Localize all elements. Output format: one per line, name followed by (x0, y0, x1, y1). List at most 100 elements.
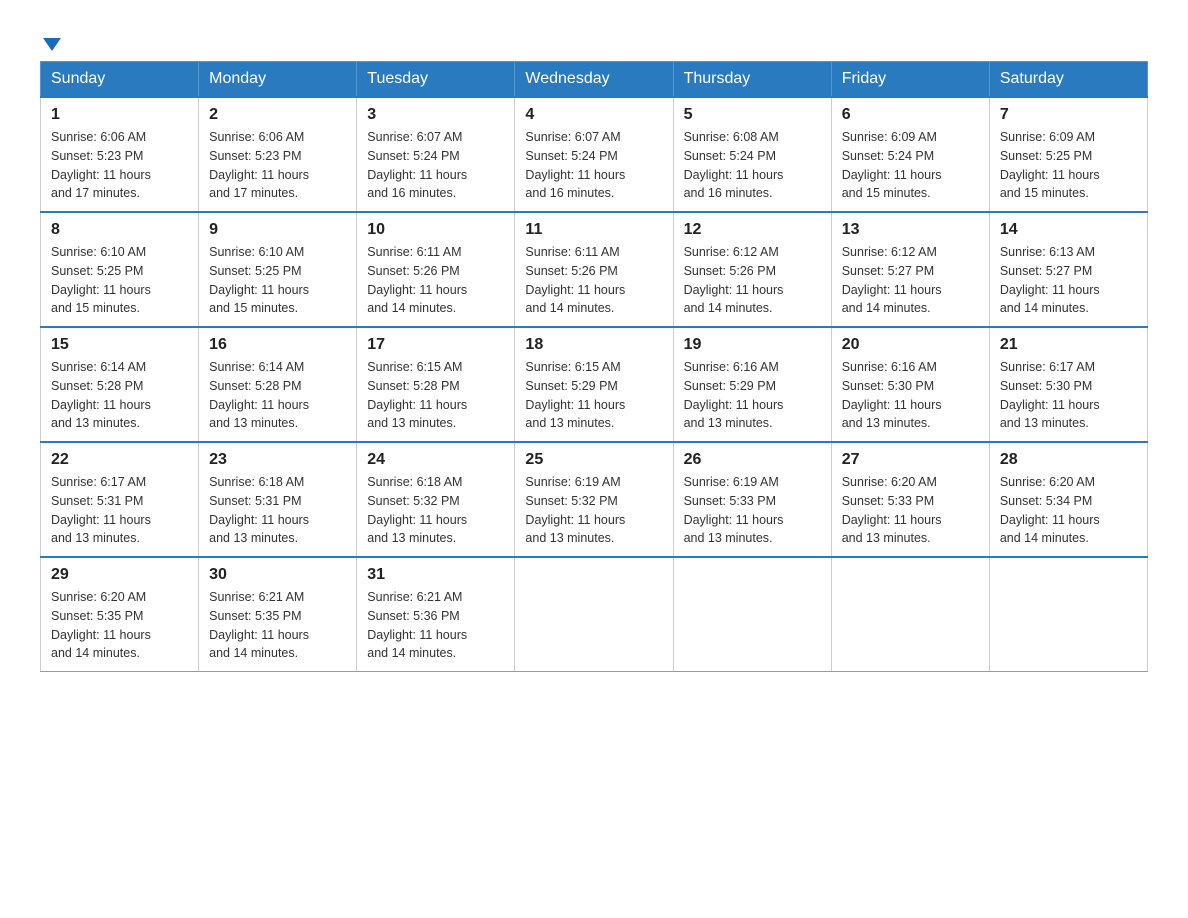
day-info: Sunrise: 6:19 AMSunset: 5:32 PMDaylight:… (525, 473, 662, 548)
calendar-week-row: 22 Sunrise: 6:17 AMSunset: 5:31 PMDayligh… (41, 442, 1148, 557)
day-info: Sunrise: 6:11 AMSunset: 5:26 PMDaylight:… (367, 243, 504, 318)
day-number: 1 (51, 106, 188, 124)
day-info: Sunrise: 6:21 AMSunset: 5:35 PMDaylight:… (209, 588, 346, 663)
day-number: 22 (51, 451, 188, 469)
day-of-week-header: Saturday (989, 62, 1147, 98)
day-number: 19 (684, 336, 821, 354)
calendar-day-cell: 18 Sunrise: 6:15 AMSunset: 5:29 PMDayligh… (515, 327, 673, 442)
day-number: 3 (367, 106, 504, 124)
day-of-week-header: Friday (831, 62, 989, 98)
calendar-week-row: 1 Sunrise: 6:06 AMSunset: 5:23 PMDaylight… (41, 97, 1148, 212)
day-number: 23 (209, 451, 346, 469)
calendar-day-cell: 1 Sunrise: 6:06 AMSunset: 5:23 PMDaylight… (41, 97, 199, 212)
calendar-day-cell: 22 Sunrise: 6:17 AMSunset: 5:31 PMDayligh… (41, 442, 199, 557)
day-number: 28 (1000, 451, 1137, 469)
calendar-day-cell: 5 Sunrise: 6:08 AMSunset: 5:24 PMDaylight… (673, 97, 831, 212)
day-number: 31 (367, 566, 504, 584)
day-number: 16 (209, 336, 346, 354)
day-info: Sunrise: 6:10 AMSunset: 5:25 PMDaylight:… (51, 243, 188, 318)
calendar-week-row: 15Sunrise: 6:14 AMSunset: 5:28 PMDayligh… (41, 327, 1148, 442)
calendar-day-cell: 20 Sunrise: 6:16 AMSunset: 5:30 PMDayligh… (831, 327, 989, 442)
day-info: Sunrise: 6:12 AMSunset: 5:26 PMDaylight:… (684, 243, 821, 318)
day-info: Sunrise: 6:06 AMSunset: 5:23 PMDaylight:… (51, 128, 188, 203)
calendar-day-cell (673, 557, 831, 672)
day-info: Sunrise: 6:09 AMSunset: 5:25 PMDaylight:… (1000, 128, 1137, 203)
calendar-day-cell: 29Sunrise: 6:20 AMSunset: 5:35 PMDayligh… (41, 557, 199, 672)
calendar-day-cell: 26 Sunrise: 6:19 AMSunset: 5:33 PMDayligh… (673, 442, 831, 557)
calendar-day-cell (989, 557, 1147, 672)
calendar-header-row: SundayMondayTuesdayWednesdayThursdayFrid… (41, 62, 1148, 98)
day-number: 9 (209, 221, 346, 239)
day-info: Sunrise: 6:21 AMSunset: 5:36 PMDaylight:… (367, 588, 504, 663)
day-number: 20 (842, 336, 979, 354)
day-info: Sunrise: 6:14 AMSunset: 5:28 PMDaylight:… (209, 358, 346, 433)
day-info: Sunrise: 6:20 AMSunset: 5:34 PMDaylight:… (1000, 473, 1137, 548)
day-number: 2 (209, 106, 346, 124)
day-number: 13 (842, 221, 979, 239)
day-number: 26 (684, 451, 821, 469)
calendar-day-cell: 23 Sunrise: 6:18 AMSunset: 5:31 PMDayligh… (199, 442, 357, 557)
day-info: Sunrise: 6:16 AMSunset: 5:30 PMDaylight:… (842, 358, 979, 433)
day-number: 14 (1000, 221, 1137, 239)
calendar-day-cell: 14 Sunrise: 6:13 AMSunset: 5:27 PMDayligh… (989, 212, 1147, 327)
day-info: Sunrise: 6:20 AMSunset: 5:33 PMDaylight:… (842, 473, 979, 548)
day-of-week-header: Tuesday (357, 62, 515, 98)
day-info: Sunrise: 6:07 AMSunset: 5:24 PMDaylight:… (525, 128, 662, 203)
day-info: Sunrise: 6:18 AMSunset: 5:31 PMDaylight:… (209, 473, 346, 548)
day-number: 6 (842, 106, 979, 124)
day-info: Sunrise: 6:10 AMSunset: 5:25 PMDaylight:… (209, 243, 346, 318)
day-number: 8 (51, 221, 188, 239)
day-info: Sunrise: 6:16 AMSunset: 5:29 PMDaylight:… (684, 358, 821, 433)
day-info: Sunrise: 6:14 AMSunset: 5:28 PMDaylight:… (51, 358, 188, 433)
day-of-week-header: Thursday (673, 62, 831, 98)
calendar-day-cell: 25 Sunrise: 6:19 AMSunset: 5:32 PMDayligh… (515, 442, 673, 557)
day-number: 10 (367, 221, 504, 239)
page-header (40, 30, 1148, 41)
calendar-day-cell: 13Sunrise: 6:12 AMSunset: 5:27 PMDayligh… (831, 212, 989, 327)
day-info: Sunrise: 6:07 AMSunset: 5:24 PMDaylight:… (367, 128, 504, 203)
day-info: Sunrise: 6:15 AMSunset: 5:29 PMDaylight:… (525, 358, 662, 433)
calendar-day-cell: 7 Sunrise: 6:09 AMSunset: 5:25 PMDaylight… (989, 97, 1147, 212)
day-info: Sunrise: 6:17 AMSunset: 5:30 PMDaylight:… (1000, 358, 1137, 433)
calendar-day-cell: 12 Sunrise: 6:12 AMSunset: 5:26 PMDayligh… (673, 212, 831, 327)
calendar-day-cell: 10 Sunrise: 6:11 AMSunset: 5:26 PMDayligh… (357, 212, 515, 327)
day-info: Sunrise: 6:15 AMSunset: 5:28 PMDaylight:… (367, 358, 504, 433)
day-info: Sunrise: 6:20 AMSunset: 5:35 PMDaylight:… (51, 588, 188, 663)
day-info: Sunrise: 6:17 AMSunset: 5:31 PMDaylight:… (51, 473, 188, 548)
calendar-day-cell: 8 Sunrise: 6:10 AMSunset: 5:25 PMDaylight… (41, 212, 199, 327)
day-info: Sunrise: 6:13 AMSunset: 5:27 PMDaylight:… (1000, 243, 1137, 318)
calendar-week-row: 29Sunrise: 6:20 AMSunset: 5:35 PMDayligh… (41, 557, 1148, 672)
day-number: 27 (842, 451, 979, 469)
calendar-day-cell: 24 Sunrise: 6:18 AMSunset: 5:32 PMDayligh… (357, 442, 515, 557)
calendar-day-cell: 16 Sunrise: 6:14 AMSunset: 5:28 PMDayligh… (199, 327, 357, 442)
calendar-day-cell: 11Sunrise: 6:11 AMSunset: 5:26 PMDayligh… (515, 212, 673, 327)
day-info: Sunrise: 6:19 AMSunset: 5:33 PMDaylight:… (684, 473, 821, 548)
day-number: 11 (525, 221, 662, 239)
day-number: 18 (525, 336, 662, 354)
day-number: 5 (684, 106, 821, 124)
calendar-day-cell: 3 Sunrise: 6:07 AMSunset: 5:24 PMDaylight… (357, 97, 515, 212)
calendar-day-cell: 15Sunrise: 6:14 AMSunset: 5:28 PMDayligh… (41, 327, 199, 442)
calendar-day-cell: 4 Sunrise: 6:07 AMSunset: 5:24 PMDaylight… (515, 97, 673, 212)
day-number: 7 (1000, 106, 1137, 124)
logo (40, 30, 61, 41)
logo-triangle-icon (43, 38, 61, 51)
calendar-table: SundayMondayTuesdayWednesdayThursdayFrid… (40, 61, 1148, 672)
calendar-day-cell: 9 Sunrise: 6:10 AMSunset: 5:25 PMDaylight… (199, 212, 357, 327)
day-number: 17 (367, 336, 504, 354)
day-info: Sunrise: 6:08 AMSunset: 5:24 PMDaylight:… (684, 128, 821, 203)
day-number: 4 (525, 106, 662, 124)
calendar-day-cell (831, 557, 989, 672)
day-number: 21 (1000, 336, 1137, 354)
day-info: Sunrise: 6:09 AMSunset: 5:24 PMDaylight:… (842, 128, 979, 203)
calendar-day-cell: 2 Sunrise: 6:06 AMSunset: 5:23 PMDaylight… (199, 97, 357, 212)
day-number: 25 (525, 451, 662, 469)
day-number: 30 (209, 566, 346, 584)
day-info: Sunrise: 6:18 AMSunset: 5:32 PMDaylight:… (367, 473, 504, 548)
calendar-week-row: 8 Sunrise: 6:10 AMSunset: 5:25 PMDaylight… (41, 212, 1148, 327)
calendar-day-cell: 30 Sunrise: 6:21 AMSunset: 5:35 PMDayligh… (199, 557, 357, 672)
day-info: Sunrise: 6:06 AMSunset: 5:23 PMDaylight:… (209, 128, 346, 203)
calendar-day-cell: 27 Sunrise: 6:20 AMSunset: 5:33 PMDayligh… (831, 442, 989, 557)
day-number: 24 (367, 451, 504, 469)
day-number: 12 (684, 221, 821, 239)
